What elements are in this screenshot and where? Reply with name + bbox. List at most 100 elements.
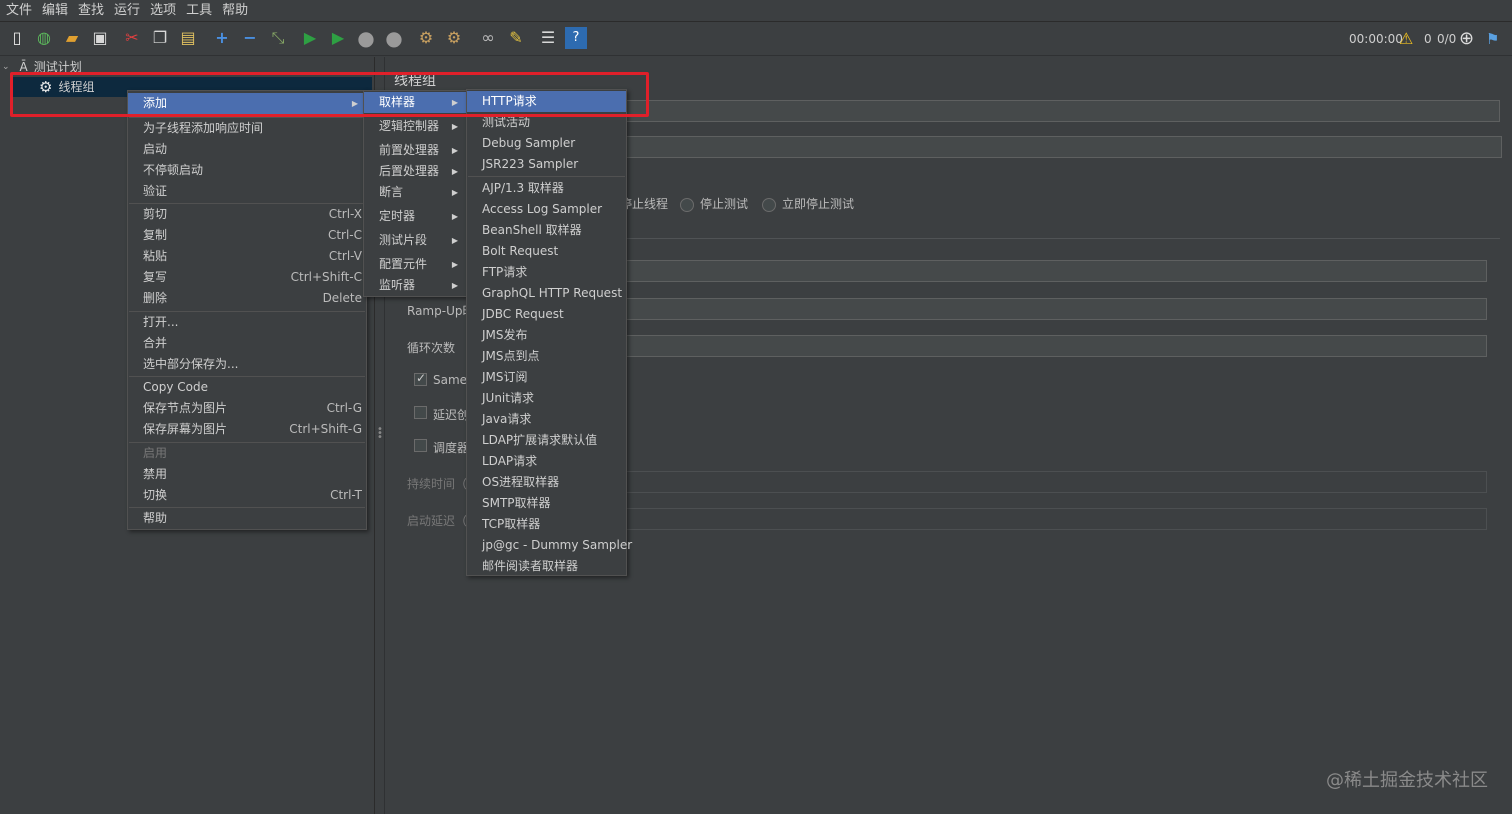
menu-tools[interactable]: 工具 [182,0,218,22]
radio-stop-test[interactable]: 停止测试 [680,195,748,212]
menu-item-ajp-sampler[interactable]: AJP/1.3 取样器 [467,178,626,199]
menu-item-start[interactable]: 启动 [128,139,366,160]
menu-item-debug-sampler[interactable]: Debug Sampler [467,133,626,154]
open-icon[interactable]: ▰ [61,27,83,49]
menu-item-logic-controller[interactable]: 逻辑控制器 ▶ [364,116,466,137]
menu-item-add-response-time[interactable]: 为子线程添加响应时间 [128,118,366,139]
menu-item-sampler[interactable]: 取样器 ▶ [364,92,466,113]
menu-edit[interactable]: 编辑 [38,0,74,22]
templates-icon[interactable]: ◍ [33,27,55,49]
menu-item-tcp-sampler[interactable]: TCP取样器 [467,514,626,535]
log-viewer-icon[interactable]: ⚑ [1486,28,1499,50]
splitter-handle-icon[interactable]: • • • [377,425,383,443]
stop-icon[interactable]: ● [355,27,377,49]
menu-item-ldap-request[interactable]: LDAP请求 [467,451,626,472]
menu-help[interactable]: 帮助 [218,0,254,22]
radio-stop-test-now[interactable]: 立即停止测试 [762,195,854,212]
menu-item-jms-subscriber[interactable]: JMS订阅 [467,367,626,388]
name-field[interactable] [620,100,1500,122]
menu-item-cut[interactable]: 剪切 Ctrl-X [128,204,366,225]
help-icon[interactable]: ? [565,27,587,49]
menu-item-listener[interactable]: 监听器 ▶ [364,275,466,296]
chevron-down-icon[interactable]: ⌄ [2,57,10,77]
radio-button[interactable] [762,197,776,212]
toggle-icon[interactable]: ⤡ [267,27,289,49]
collapse-icon[interactable]: − [239,27,261,49]
ramp-up-field[interactable] [620,298,1487,320]
menu-item-timer[interactable]: 定时器 ▶ [364,206,466,227]
menu-item-toggle[interactable]: 切换 Ctrl-T [128,485,366,506]
menu-item-ftp-request[interactable]: FTP请求 [467,262,626,283]
menu-item-access-log-sampler[interactable]: Access Log Sampler [467,199,626,220]
copy-icon[interactable]: ❐ [149,27,171,49]
menu-item-save-node-image[interactable]: 保存节点为图片 Ctrl-G [128,398,366,419]
menu-item-os-process-sampler[interactable]: OS进程取样器 [467,472,626,493]
warning-icon[interactable]: ⚠ [1399,28,1413,50]
menu-item-validate[interactable]: 验证 [128,181,366,202]
menu-item-ldap-extended-request[interactable]: LDAP扩展请求默认值 [467,430,626,451]
menu-item-java-request[interactable]: Java请求 [467,409,626,430]
cut-icon[interactable]: ✂ [121,27,143,49]
radio-stop-thread[interactable]: 停止线程 [620,195,668,212]
radio-button[interactable] [680,197,694,212]
menu-item-graphql-request[interactable]: GraphQL HTTP Request [467,283,626,304]
same-user-checkbox[interactable] [414,371,427,386]
start-icon[interactable]: ▶ [299,27,321,49]
menu-item-save-screen-image[interactable]: 保存屏幕为图片 Ctrl+Shift-G [128,419,366,440]
menu-item-dummy-sampler[interactable]: jp@gc - Dummy Sampler [467,535,632,556]
menu-item-save-selection[interactable]: 选中部分保存为... [128,354,366,375]
start-no-pause-icon[interactable]: ▶ [327,27,349,49]
expand-icon[interactable]: + [211,27,233,49]
menu-item-duplicate[interactable]: 复写 Ctrl+Shift-C [128,267,366,288]
threads-field[interactable] [620,260,1487,282]
delay-creation-checkbox[interactable] [414,406,427,419]
clear-icon[interactable]: ⚙ [415,27,437,49]
menu-item-jms-point-to-point[interactable]: JMS点到点 [467,346,626,367]
search-icon[interactable]: ∞ [477,27,499,49]
menu-item-jms-publisher[interactable]: JMS发布 [467,325,626,346]
menu-run[interactable]: 运行 [110,0,146,22]
menu-item-http-request[interactable]: HTTP请求 [467,91,626,112]
menu-item-disable[interactable]: 禁用 [128,464,366,485]
menu-item-bolt-request[interactable]: Bolt Request [467,241,626,262]
menu-item-junit-request[interactable]: JUnit请求 [467,388,626,409]
menu-item-smtp-sampler[interactable]: SMTP取样器 [467,493,626,514]
menu-item-copy[interactable]: 复制 Ctrl-C [128,225,366,246]
menu-item-copy-code[interactable]: Copy Code [128,377,366,398]
menu-item-config-element[interactable]: 配置元件 ▶ [364,254,466,275]
duration-field[interactable] [620,471,1487,493]
menu-item-beanshell-sampler[interactable]: BeanShell 取样器 [467,220,626,241]
new-icon[interactable]: ▯ [6,27,28,49]
startup-delay-field[interactable] [620,508,1487,530]
menu-item-jdbc-request[interactable]: JDBC Request [467,304,626,325]
menu-file[interactable]: 文件 [2,0,38,22]
menu-item-enable[interactable]: 启用 [128,443,366,464]
paste-icon[interactable]: ▤ [177,27,199,49]
function-helper-icon[interactable]: ☰ [537,27,559,49]
menu-item-delete[interactable]: 删除 Delete [128,288,366,309]
menu-options[interactable]: 选项 [146,0,182,22]
remote-start-icon[interactable]: ⊕ [1459,28,1474,50]
reset-search-icon[interactable]: ✎ [505,27,527,49]
menu-item-assertion[interactable]: 断言 ▶ [364,182,466,203]
clear-all-icon[interactable]: ⚙ [443,27,465,49]
menu-item-help[interactable]: 帮助 [128,508,366,529]
shutdown-icon[interactable]: ● [383,27,405,49]
menu-item-open[interactable]: 打开... [128,312,366,333]
scheduler-checkbox[interactable] [414,439,427,452]
menu-item-merge[interactable]: 合并 [128,333,366,354]
menu-item-test-fragment[interactable]: 测试片段 ▶ [364,230,466,251]
menu-item-post-processor[interactable]: 后置处理器 ▶ [364,161,466,182]
tree-node-test-plan[interactable]: ⌄ Ā 测试计划 [2,57,202,77]
menu-search[interactable]: 查找 [74,0,110,22]
menu-item-test-action[interactable]: 测试活动 [467,112,626,133]
comments-field[interactable] [620,136,1502,158]
menu-item-mail-reader-sampler[interactable]: 邮件阅读者取样器 [467,556,626,577]
menu-item-pre-processor[interactable]: 前置处理器 ▶ [364,140,466,161]
menu-item-start-no-pause[interactable]: 不停顿启动 [128,160,366,181]
menu-item-jsr223-sampler[interactable]: JSR223 Sampler [467,154,626,175]
menu-item-add[interactable]: 添加 ▶ [128,93,366,114]
save-icon[interactable]: ▣ [89,27,111,49]
menu-item-paste[interactable]: 粘贴 Ctrl-V [128,246,366,267]
loop-count-field[interactable] [620,335,1487,357]
